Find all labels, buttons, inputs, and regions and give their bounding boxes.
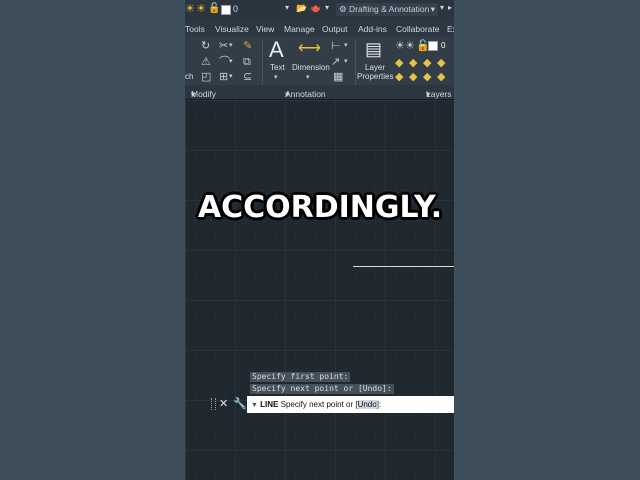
command-prompt-end: ]: [376, 400, 382, 409]
layer-on-bulb-icon[interactable]: ☀ [185, 3, 195, 15]
table-icon[interactable]: ▦ [333, 71, 343, 83]
qat-dropdown-icon[interactable]: ▾ [325, 3, 329, 12]
erase-icon[interactable]: ✎ [243, 40, 252, 52]
teapot-icon[interactable]: 🫖 [310, 3, 321, 14]
array-icon[interactable]: ⊞ [219, 71, 228, 83]
dimension-icon[interactable]: ⟷ [298, 40, 321, 58]
tab-tools[interactable]: Tools [185, 24, 205, 34]
command-prompt: Specify next point or [ [280, 400, 358, 409]
open-folder-icon[interactable]: 📂 [296, 3, 307, 14]
dimension-button-label[interactable]: Dimension [292, 63, 330, 72]
tab-add-ins[interactable]: Add-ins [358, 24, 387, 34]
tab-output[interactable]: Output [322, 24, 348, 34]
layer-tool-icon[interactable]: ◆ [395, 71, 403, 83]
multileader-dropdown-icon[interactable]: ▾ [344, 40, 348, 52]
layer-tool-icon[interactable]: ◆ [437, 71, 445, 83]
tab-visualize[interactable]: Visualize [215, 24, 249, 34]
command-name: LINE [260, 400, 279, 409]
gear-icon: ⚙ [339, 4, 347, 14]
trim-icon[interactable]: ✂ [219, 40, 228, 52]
ribbon-tabs: Tools Visualize View Manage Output Add-i… [185, 20, 454, 37]
layer-lock-icon[interactable]: 🔓 [208, 3, 220, 15]
layer-tool-icon[interactable]: ◆ [437, 57, 445, 69]
autocad-window: ☀ ☀ 🔓 0 ▾ 📂 🫖 ▾ ⚙ Drafting & Annotation … [185, 0, 454, 480]
tab-view[interactable]: View [256, 24, 274, 34]
stretch-label[interactable]: ch [185, 72, 193, 81]
layer-bulb-icon[interactable]: ☀ [395, 40, 405, 52]
workspace-selector[interactable]: ⚙ Drafting & Annotation ▾ [336, 3, 438, 16]
text-button-label[interactable]: Text [270, 63, 285, 72]
drag-handle-icon[interactable] [211, 398, 216, 410]
layer-color-swatch [428, 41, 438, 54]
mirror-icon[interactable]: ⚠ [201, 56, 211, 68]
leader-icon[interactable]: ↗ [331, 56, 340, 68]
layer-tool-icon[interactable]: ◆ [395, 57, 403, 69]
layer-properties-label-line2[interactable]: Properties [357, 72, 393, 81]
chevron-down-icon: ▾ [430, 4, 435, 14]
multileader-icon[interactable]: ⊢ [331, 40, 341, 52]
layer-tool-icon[interactable]: ◆ [409, 71, 417, 83]
text-icon[interactable]: A [269, 38, 284, 62]
workspace-name: Drafting & Annotation [349, 4, 430, 14]
option-undo[interactable]: Undo [357, 400, 377, 409]
tab-collaborate[interactable]: Collaborate [396, 24, 439, 34]
layer-properties-icon[interactable]: ▤ [365, 39, 382, 59]
panel-title-annotation-label: Annotation [285, 89, 326, 99]
quick-access-toolbar: ☀ ☀ 🔓 0 ▾ 📂 🫖 ▾ ⚙ Drafting & Annotation … [185, 0, 454, 20]
layer-name[interactable]: 0 [233, 4, 238, 14]
trim-dropdown-icon[interactable]: ▾ [229, 40, 233, 52]
layer-tool-icon[interactable]: ◆ [409, 57, 417, 69]
layer-color-swatch [221, 5, 231, 17]
layer-dropdown-icon[interactable]: ▾ [285, 3, 289, 12]
video-caption: ACCORDINGLY. [197, 190, 443, 225]
wrench-icon[interactable]: 🔧 [233, 397, 247, 410]
array-dropdown-icon[interactable]: ▾ [229, 71, 233, 83]
layer-properties-label-line1[interactable]: Layer [365, 63, 385, 72]
qat-more-icon[interactable]: ▸ [448, 3, 452, 12]
tab-express[interactable]: Ex [447, 24, 454, 34]
layer-tool-icon[interactable]: ◆ [423, 57, 431, 69]
command-input[interactable]: ▼ LINE Specify next point or [Undo]: [247, 396, 454, 413]
tab-manage[interactable]: Manage [284, 24, 315, 34]
close-icon[interactable]: ✕ [219, 397, 228, 410]
offset-icon[interactable]: ⊆ [243, 71, 252, 83]
scale-icon[interactable]: ◰ [201, 71, 211, 83]
recent-commands-icon[interactable]: ▼ [251, 402, 258, 409]
command-history-line: Specify next point or [Undo]: [250, 384, 394, 394]
ribbon-panel-titles: Modify ▾ Annotation ▾ Layers ▾ [185, 85, 454, 99]
ribbon-layer-name[interactable]: 0 [441, 41, 445, 50]
rotate-icon[interactable]: ↻ [201, 40, 210, 52]
layer-tool-icon[interactable]: ◆ [423, 71, 431, 83]
dimension-dropdown-icon[interactable]: ▾ [306, 72, 310, 84]
command-history-line: Specify first point: [250, 372, 351, 382]
command-line-bar: ✕ 🔧 ▼ LINE Specify next point or [Undo]: [209, 396, 454, 413]
layer-sun-icon[interactable]: ☀ [405, 40, 415, 52]
drawn-line-segment[interactable] [353, 266, 454, 267]
layer-freeze-sun-icon[interactable]: ☀ [196, 3, 206, 15]
explode-icon[interactable]: ⧉ [243, 56, 251, 68]
drawing-canvas[interactable] [185, 99, 454, 480]
leader-dropdown-icon[interactable]: ▾ [344, 56, 348, 68]
customize-qat-icon[interactable]: ▾ [440, 3, 444, 12]
text-dropdown-icon[interactable]: ▾ [274, 72, 278, 84]
fillet-dropdown-icon[interactable]: ▾ [229, 56, 233, 68]
